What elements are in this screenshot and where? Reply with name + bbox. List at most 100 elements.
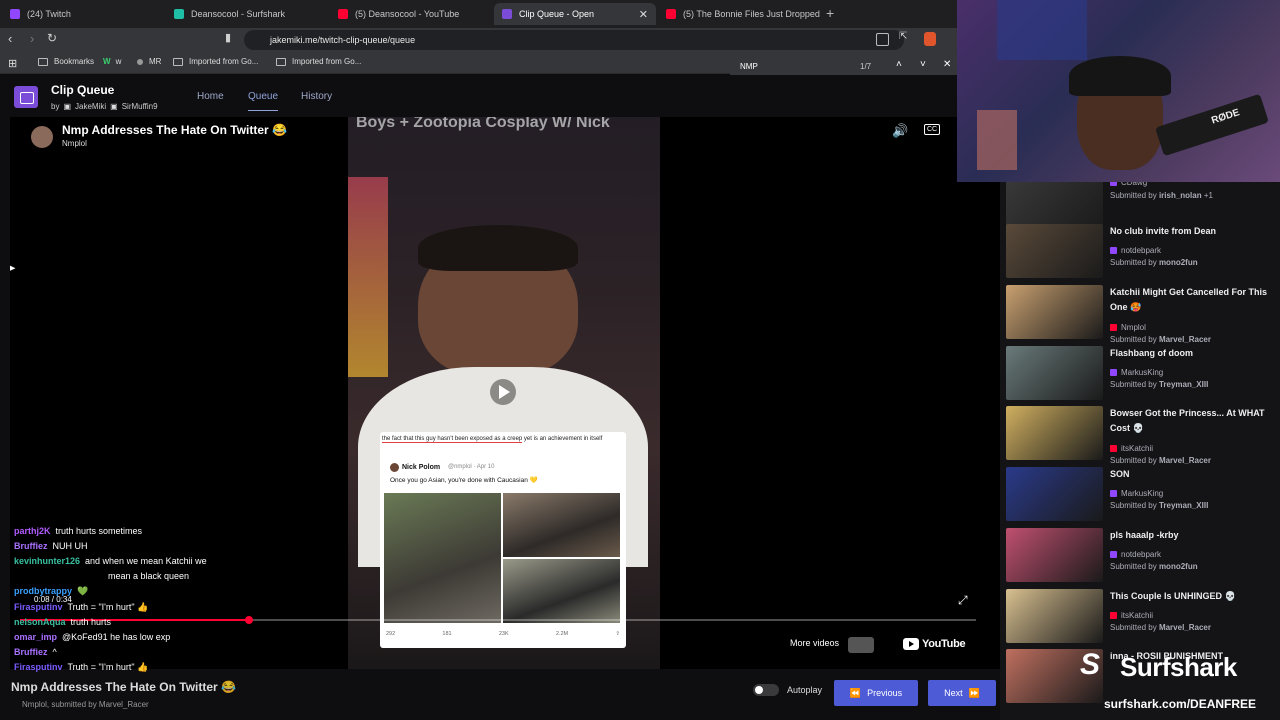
bookmark-imported-1[interactable]: Imported from Go...	[173, 57, 258, 66]
find-prev-icon[interactable]: ˄	[896, 59, 902, 70]
clip-card-channel-row: itsKatchii	[1110, 444, 1153, 453]
find-next-icon[interactable]: ˅	[920, 59, 926, 70]
forward-icon[interactable]: ›	[30, 31, 34, 46]
view-count: 2.2M	[555, 631, 569, 637]
clip-title[interactable]: Nmp Addresses The Hate On Twitter 😂	[62, 123, 287, 137]
chat-message: parthj2K truth hurts sometimes	[14, 526, 142, 536]
chat-text: truth hurts sometimes	[55, 526, 143, 536]
more-videos-label[interactable]: More videos	[790, 638, 839, 648]
app-authors: by ▣ JakeMiki ▣ SirMuffin9	[51, 102, 158, 111]
tweet-photo	[384, 493, 501, 623]
youtube-icon	[903, 638, 919, 650]
progress-track[interactable]	[20, 616, 976, 624]
chat-username: Bruffiez	[14, 541, 48, 552]
bookmark-imported-2[interactable]: Imported from Go...	[276, 57, 361, 66]
volume-icon[interactable]: 🔊	[892, 123, 908, 139]
chat-username: Bruffiez	[14, 646, 48, 657]
bookmark-label: MR	[149, 57, 162, 66]
queue-clip-card[interactable]: Bowser Got the Princess... At WHAT Cost …	[1006, 406, 1266, 465]
author-link[interactable]: SirMuffin9	[122, 102, 158, 111]
clip-thumbnail[interactable]	[1006, 285, 1103, 339]
clip-card-title: SON	[1110, 469, 1130, 479]
bookmark-w[interactable]: W w	[103, 57, 121, 66]
browser-tab-youtube[interactable]: (5) Deansocool - YouTube	[330, 3, 494, 25]
reload-icon[interactable]: ↻	[47, 31, 57, 45]
share-icon[interactable]: ⇱	[899, 31, 907, 42]
chat-username: kevinhunter126	[14, 556, 81, 567]
queue-clip-card[interactable]: Katchii Might Get Cancelled For This One…	[1006, 285, 1267, 344]
share-icon: ⇪	[615, 631, 620, 637]
bookmark-icon[interactable]: ▮	[225, 31, 231, 44]
chat-text: NUH UH	[52, 541, 88, 552]
submitter-name: Treyman_XIII	[1158, 501, 1209, 510]
w-icon: W	[103, 57, 111, 66]
apps-grid-icon[interactable]: ⊞	[8, 57, 17, 70]
clip-thumbnail[interactable]	[1006, 176, 1103, 230]
queue-clip-card[interactable]: This Couple Is UNHINGED 💀 itsKatchii Submi…	[1006, 589, 1266, 645]
brave-shield-icon[interactable]	[924, 32, 936, 46]
find-close-icon[interactable]: ✕	[943, 59, 951, 70]
submitted-label: Submitted by	[1110, 623, 1157, 632]
youtube-icon	[338, 9, 348, 19]
chat-message: Bruffiez ^	[14, 647, 57, 657]
find-input[interactable]: NMP	[740, 62, 758, 71]
bookmark-mr[interactable]: MR	[137, 57, 161, 66]
clip-card-submitted: Submitted by irish_nolan +1	[1110, 191, 1213, 200]
browser-tab-surfshark[interactable]: Deansocool - Surfshark	[166, 3, 330, 25]
clip-card-channel-row: itsKatchii	[1110, 611, 1153, 620]
autoplay-toggle[interactable]	[753, 684, 779, 696]
tweet-text: Once you go Asian, you're done with Cauc…	[390, 477, 538, 484]
close-tab-icon[interactable]: ✕	[639, 8, 648, 21]
queue-clip-card[interactable]: Flashbang of doom MarkusKing Submitted by …	[1006, 346, 1266, 402]
chat-text: Truth = "I'm hurt" 👍	[67, 601, 149, 612]
back-icon[interactable]: ‹	[8, 31, 12, 46]
surfshark-icon: S	[1080, 648, 1101, 681]
browser-tab-clip-queue[interactable]: Clip Queue - Open ✕	[494, 3, 656, 25]
clip-thumbnail[interactable]	[1006, 406, 1103, 460]
submitter-name: Marvel_Racer	[1158, 623, 1211, 632]
play-icon[interactable]	[490, 379, 516, 405]
folder-icon	[38, 57, 48, 66]
clip-card-title: Bowser Got the Princess... At WHAT Cost …	[1110, 408, 1265, 433]
more-videos-thumb[interactable]	[848, 637, 874, 653]
chat-message: omar_imp @KoFed91 he has low exp	[14, 632, 170, 642]
browser-tab-youtube-2[interactable]: (5) The Bonnie Files Just Dropped - Y	[658, 3, 822, 25]
clip-card-channel: notdebpark	[1121, 550, 1162, 559]
progress-knob[interactable]	[245, 616, 254, 624]
channel-avatar[interactable]	[31, 126, 53, 148]
clip-card-channel-row: Nmplol	[1110, 323, 1146, 332]
bookmarks-folder[interactable]: Bookmarks	[38, 57, 94, 66]
clip-card-channel: MarkusKing	[1121, 489, 1164, 498]
browser-tab-twitch[interactable]: (24) Twitch	[2, 3, 166, 25]
queue-clip-card[interactable]: SON MarkusKing Submitted by Treyman_XIII	[1006, 467, 1266, 523]
queue-clip-card[interactable]: pls haaalp -krby notdebpark Submitted by m…	[1006, 528, 1266, 584]
address-bar[interactable]: jakemiki.me/twitch-clip-queue/queue	[244, 30, 904, 50]
clip-thumbnail[interactable]	[1006, 528, 1103, 582]
new-tab-icon[interactable]: +	[826, 5, 834, 21]
clip-thumbnail[interactable]	[1006, 467, 1103, 521]
tab-label: Deansocool - Surfshark	[191, 9, 286, 19]
captions-icon[interactable]: CC	[924, 124, 941, 135]
fullscreen-icon[interactable]: ⤢	[958, 593, 968, 608]
clip-channel[interactable]: Nmplol	[62, 139, 87, 148]
youtube-icon	[666, 9, 676, 19]
nav-history[interactable]: History	[301, 91, 332, 102]
nav-home[interactable]: Home	[197, 91, 224, 102]
clip-thumbnail[interactable]	[1006, 346, 1103, 400]
chat-message: prodbytrappy 💚	[14, 586, 88, 597]
previous-button[interactable]: ⏪ Previous	[834, 680, 918, 706]
next-button[interactable]: Next ⏩	[928, 680, 996, 706]
sponsor-overlay: S Surfshark surfshark.com/DEANFREE	[1080, 648, 1278, 718]
queue-clip-card[interactable]: No club invite from Dean notdebpark Submit…	[1006, 224, 1266, 280]
tweet-avatar	[390, 463, 399, 472]
screenshot-icon[interactable]	[876, 33, 889, 46]
nav-queue[interactable]: Queue	[248, 91, 279, 111]
tweet-photo	[503, 559, 620, 623]
clip-card-channel-row: MarkusKing	[1110, 368, 1163, 377]
clip-thumbnail[interactable]	[1006, 589, 1103, 643]
footer-clip-sub: Nmplol, submitted by Marvel_Racer	[22, 700, 149, 709]
author-link[interactable]: JakeMiki	[75, 102, 106, 111]
video-player[interactable]: Boys + Zootopia Cosplay W/ Nick the fact…	[10, 117, 1000, 669]
clip-thumbnail[interactable]	[1006, 224, 1103, 278]
youtube-logo[interactable]: YouTube	[903, 638, 966, 650]
